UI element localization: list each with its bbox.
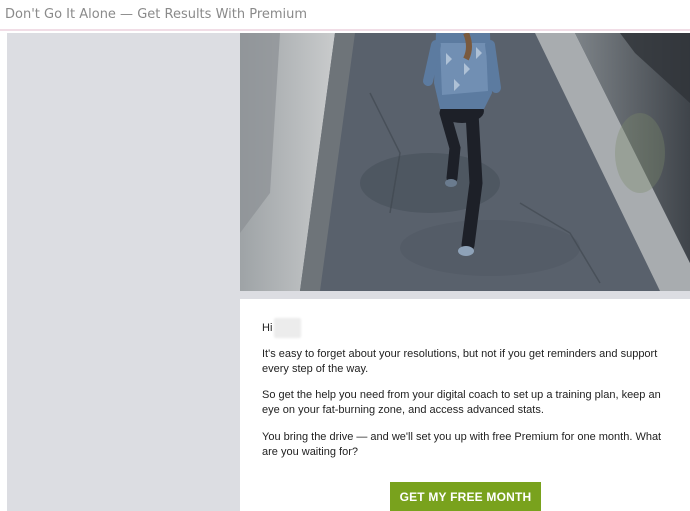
- email-subject: Don't Go It Alone — Get Results With Pre…: [5, 7, 308, 22]
- get-free-month-button[interactable]: GET MY FREE MONTH: [390, 482, 541, 511]
- paragraph-offer: You bring the drive — and we'll set you …: [262, 431, 662, 458]
- email-body: Hi It's easy to forget about your resolu…: [240, 299, 690, 511]
- runner-photo-icon: [240, 33, 690, 291]
- hero-image: [240, 33, 690, 291]
- hero-divider: [240, 291, 690, 299]
- greeting-text: Hi: [262, 322, 273, 334]
- greeting: Hi: [262, 318, 302, 338]
- email-subject-bar: Don't Go It Alone — Get Results With Pre…: [0, 0, 690, 31]
- paragraph-intro: It's easy to forget about your resolutio…: [262, 348, 658, 375]
- paragraph-coach: So get the help you need from your digit…: [262, 389, 661, 416]
- left-margin-panel: [7, 33, 240, 511]
- redacted-name: [274, 318, 302, 338]
